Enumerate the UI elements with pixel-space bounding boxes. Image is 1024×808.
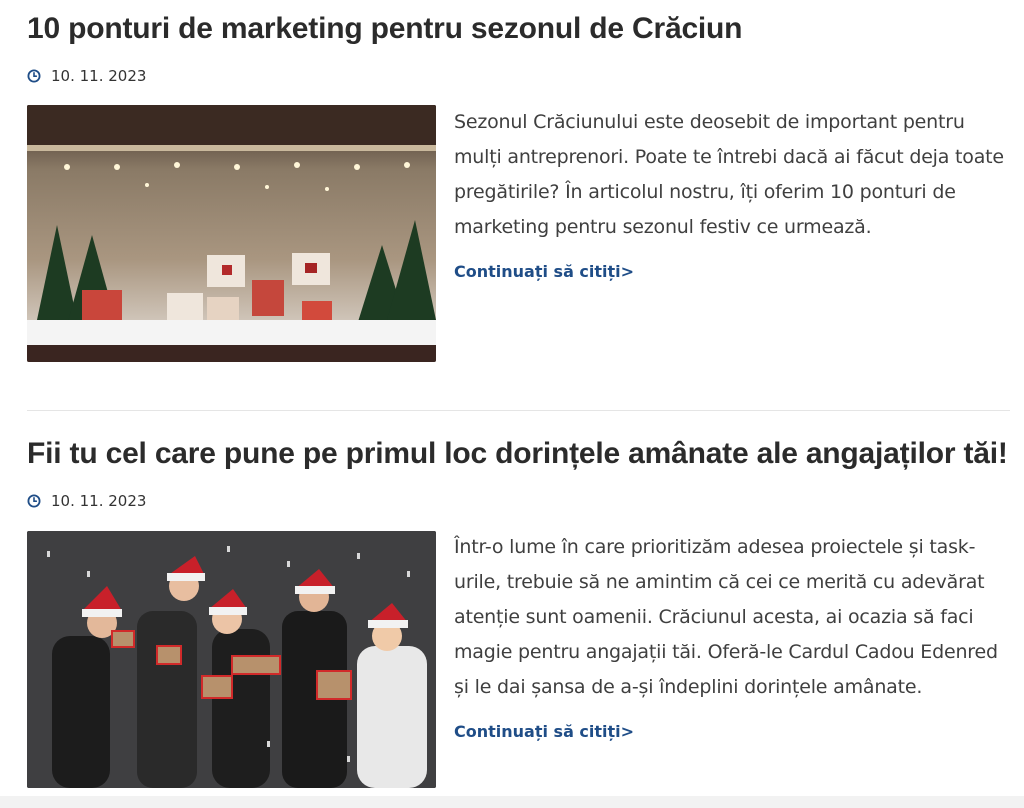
- read-more-link[interactable]: Continuați să citiți>: [454, 262, 634, 281]
- post-date: 10. 11. 2023: [51, 67, 147, 85]
- clock-icon: [27, 494, 41, 508]
- post-excerpt: Sezonul Crăciunului este deosebit de imp…: [454, 111, 1004, 238]
- post-date-row: 10. 11. 2023: [27, 491, 146, 511]
- blog-list-page: 10 ponturi de marketing pentru sezonul d…: [0, 0, 1024, 808]
- read-more-link[interactable]: Continuați să citiți>: [454, 722, 634, 741]
- post-excerpt: Într-o lume în care prioritizăm adesea p…: [454, 536, 998, 698]
- post-thumbnail[interactable]: [27, 531, 436, 788]
- store-window-image: [27, 105, 436, 362]
- clock-icon: [27, 69, 41, 83]
- post-title[interactable]: Fii tu cel care pune pe primul loc dorin…: [27, 437, 1008, 471]
- christmas-group-image: [27, 531, 436, 788]
- post-date: 10. 11. 2023: [51, 492, 147, 510]
- post-thumbnail[interactable]: [27, 105, 436, 362]
- post-date-row: 10. 11. 2023: [27, 66, 146, 86]
- post-title[interactable]: 10 ponturi de marketing pentru sezonul d…: [27, 12, 743, 46]
- page-footer-strip: [0, 796, 1024, 808]
- divider: [27, 410, 1010, 411]
